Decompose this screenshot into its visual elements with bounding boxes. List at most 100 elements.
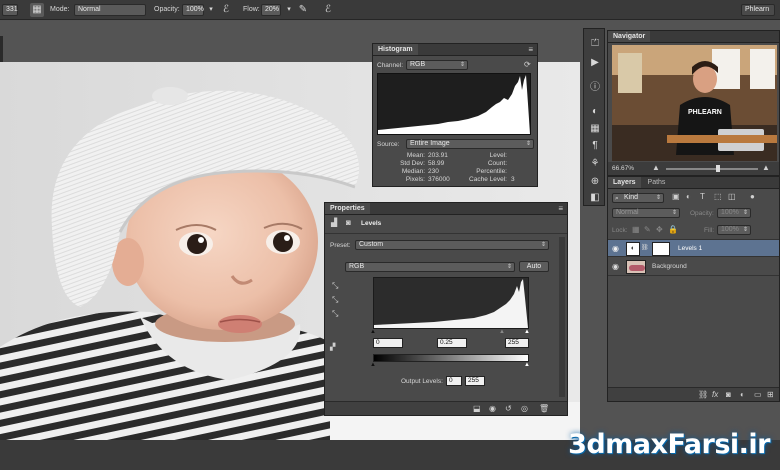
flow-field[interactable]: 20%	[261, 4, 281, 16]
histogram-tab[interactable]: Histogram	[373, 44, 418, 55]
airbrush-icon[interactable]: ✎	[296, 3, 310, 17]
layer-row-background[interactable]: ◉ Background	[608, 258, 779, 276]
zoom-in-icon[interactable]: ▲	[762, 163, 770, 172]
reset-icon[interactable]: ↺	[505, 404, 512, 413]
properties-tab[interactable]: Properties	[325, 203, 370, 214]
input-black-field[interactable]: 0	[373, 338, 403, 348]
levels-channel-select[interactable]: RGB	[345, 262, 515, 272]
zoom-value[interactable]: 66.67%	[612, 165, 634, 172]
white-eyedropper-icon[interactable]: ⤡	[332, 309, 338, 319]
pressure-size-icon[interactable]: ℰ	[321, 3, 335, 17]
refresh-icon[interactable]: ⟳	[524, 60, 531, 69]
stat-count-label: Count:	[487, 160, 507, 167]
input-black-value: 0	[376, 339, 380, 346]
stat-cache-value: 3	[511, 176, 515, 183]
clip-to-layer-icon[interactable]: ⬓	[473, 404, 481, 413]
input-slider-track[interactable]: ▲ ▲ ▲	[370, 329, 530, 335]
zoom-slider-thumb[interactable]	[716, 165, 720, 172]
brushes-icon[interactable]: ⚘	[588, 157, 602, 171]
workspace-select[interactable]: Phlearn	[741, 4, 775, 16]
preset-select[interactable]: Custom	[355, 240, 549, 250]
black-point-slider[interactable]: ▲	[370, 329, 376, 335]
fill-field[interactable]: 100%	[717, 225, 751, 235]
pressure-opacity-icon[interactable]: ℰ	[219, 3, 233, 17]
opacity-dropdown-icon[interactable]: ▾	[204, 3, 218, 17]
info-icon[interactable]: ⓘ	[588, 81, 602, 95]
lock-pixels-icon[interactable]: ✎	[644, 225, 651, 234]
add-mask-icon[interactable]: ◙	[726, 390, 731, 399]
output-slider-track[interactable]: ▲ ▲	[370, 362, 530, 368]
histogram-channel-select[interactable]: RGB	[406, 60, 468, 70]
blend-mode-value: Normal	[616, 209, 639, 216]
brush-panel-icon[interactable]: ▦	[30, 3, 44, 17]
layer-row-levels[interactable]: ◉ ◐ ⛓ Levels 1	[608, 239, 779, 257]
panel-menu-icon[interactable]: ≡	[528, 45, 533, 54]
input-white-field[interactable]: 255	[505, 338, 529, 348]
opacity-field[interactable]: 100%	[182, 4, 204, 16]
stat-count-value	[511, 160, 535, 168]
filter-adjustment-icon[interactable]: ◐	[686, 192, 691, 201]
filter-type-icon[interactable]: T	[700, 192, 705, 201]
stats-right-values: 3	[511, 152, 535, 184]
lock-transparent-icon[interactable]: ▦	[632, 225, 640, 234]
layer-mask-thumb[interactable]	[652, 242, 670, 256]
flow-dropdown-icon[interactable]: ▾	[282, 3, 296, 17]
styles-icon[interactable]: ◧	[588, 191, 602, 205]
visibility-eye-icon[interactable]: ◉	[612, 262, 619, 271]
filter-pixel-icon[interactable]: ▣	[672, 192, 680, 201]
black-eyedropper-icon[interactable]: ⤡	[332, 281, 338, 291]
link-layers-icon[interactable]: ⛓	[698, 390, 708, 399]
actions-icon[interactable]: ▶	[588, 56, 602, 70]
zoom-slider[interactable]	[666, 168, 758, 170]
layer-style-icon[interactable]: fx	[712, 390, 718, 399]
new-adjustment-icon[interactable]: ◐	[740, 390, 745, 399]
visibility-icon[interactable]: ◎	[521, 404, 528, 413]
layer-name[interactable]: Background	[652, 263, 687, 270]
fill-label: Fill:	[704, 227, 715, 234]
history-icon[interactable]: ⏍	[588, 37, 602, 51]
auto-button[interactable]: Auto	[519, 261, 549, 272]
tab-paths[interactable]: Paths	[643, 177, 671, 188]
adjustments-icon[interactable]: ◐	[588, 105, 602, 119]
delete-icon[interactable]: 🗑	[539, 404, 549, 413]
output-black-field[interactable]: 0	[446, 376, 462, 386]
auto-label: Auto	[526, 263, 542, 270]
mode-select[interactable]: Normal	[74, 4, 146, 16]
properties-scrollbar[interactable]	[559, 237, 565, 397]
layer-name[interactable]: Levels 1	[678, 245, 702, 252]
filter-toggle-icon[interactable]: ●	[750, 192, 755, 201]
paragraph-icon[interactable]: ¶	[588, 139, 602, 153]
lock-position-icon[interactable]: ✥	[656, 225, 663, 234]
zoom-out-icon[interactable]: ▲	[652, 163, 660, 172]
filter-smart-icon[interactable]: ◫	[728, 192, 736, 201]
gray-eyedropper-icon[interactable]: ⤡	[332, 295, 338, 305]
visibility-eye-icon[interactable]: ◉	[612, 244, 619, 253]
grid-icon[interactable]: ▦	[588, 122, 602, 136]
histogram-source-select[interactable]: Entire Image	[406, 139, 534, 149]
lock-all-icon[interactable]: 🔒	[668, 225, 678, 234]
view-previous-icon[interactable]: ◉	[489, 404, 496, 413]
clipping-icon[interactable]: ▞	[330, 343, 335, 351]
stat-stddev-label: Std Dev:	[400, 160, 425, 167]
navigator-thumbnail[interactable]: PHLEARN	[612, 45, 777, 161]
output-white-value: 255	[468, 377, 479, 384]
brush-size-field[interactable]: 331	[2, 4, 18, 16]
layer-mask-icon[interactable]: ◙	[346, 218, 351, 227]
properties-menu-icon[interactable]: ≡	[558, 204, 563, 213]
layer-filter-select[interactable]: ⌕ Kind	[612, 193, 664, 203]
output-white-field[interactable]: 255	[465, 376, 485, 386]
navigator-tab[interactable]: Navigator	[608, 31, 651, 42]
blend-mode-select[interactable]: Normal	[612, 208, 680, 218]
output-white-slider[interactable]: ▲	[524, 362, 530, 368]
midtone-slider[interactable]: ▲	[499, 329, 505, 335]
new-group-icon[interactable]: ▭	[754, 390, 762, 399]
tab-layers[interactable]: Layers	[608, 177, 641, 188]
white-point-slider[interactable]: ▲	[524, 329, 530, 335]
new-layer-icon[interactable]: ⊞	[767, 390, 774, 399]
filter-shape-icon[interactable]: ⬚	[714, 192, 722, 201]
output-black-slider[interactable]: ▲	[370, 362, 376, 368]
layer-opacity-field[interactable]: 100%	[717, 208, 751, 218]
clone-source-icon[interactable]: ⊕	[588, 175, 602, 189]
input-mid-field[interactable]: 0.25	[437, 338, 467, 348]
chain-link-icon[interactable]: ⛓	[641, 244, 649, 251]
